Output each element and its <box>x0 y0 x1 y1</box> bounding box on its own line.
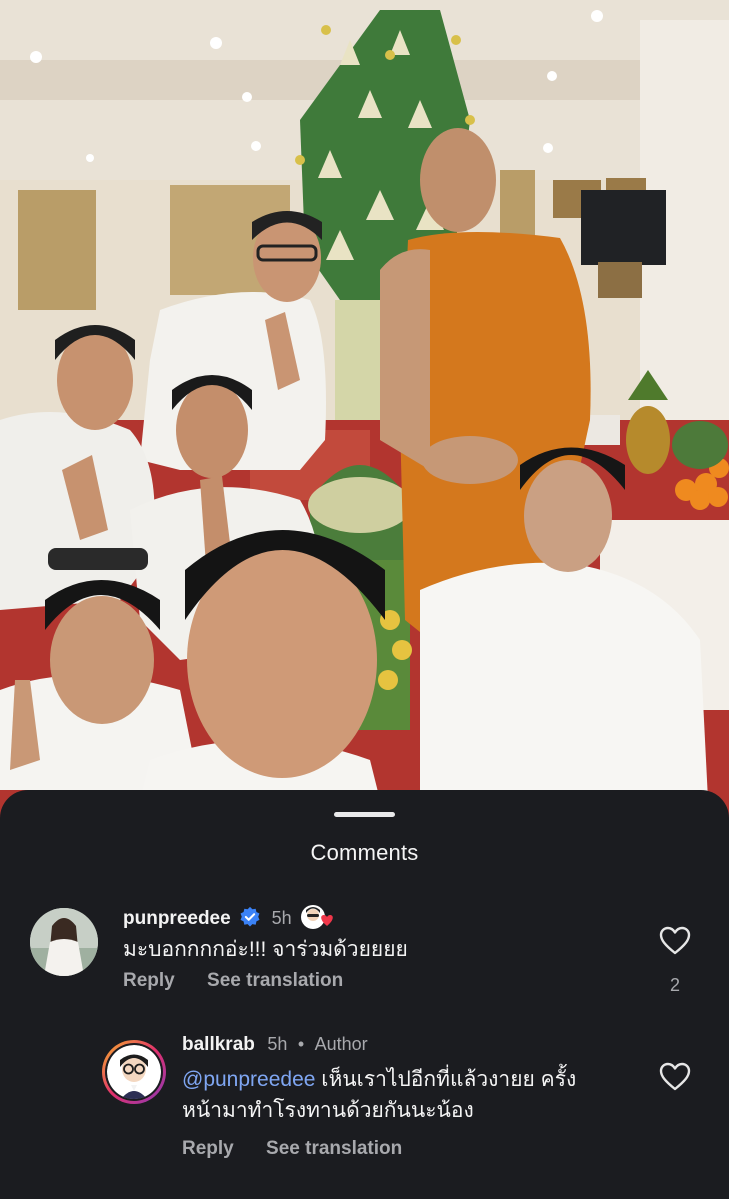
sheet-drag-handle[interactable] <box>334 812 395 817</box>
comment-username[interactable]: ballkrab <box>182 1034 255 1055</box>
comment-text: @punpreedee เห็นเราไปอีกที่แล้วงายย ครั้… <box>182 1064 652 1126</box>
comment-actions: Reply See translation <box>182 1138 402 1160</box>
avatar[interactable] <box>30 908 98 976</box>
verified-badge-icon <box>239 906 261 928</box>
see-translation-button[interactable]: See translation <box>207 970 343 992</box>
comment-header: ballkrab 5h • Author <box>182 1034 368 1056</box>
cartoon-avatar-icon <box>107 1045 161 1099</box>
liked-by-author-icon <box>300 904 336 930</box>
comment-username[interactable]: punpreedee <box>123 908 231 929</box>
separator-dot: • <box>297 1034 305 1054</box>
comment-time: 5h <box>267 1034 288 1054</box>
see-translation-button[interactable]: See translation <box>266 1138 402 1160</box>
comment-actions: Reply See translation <box>123 970 343 992</box>
group-photo-illustration <box>0 0 729 830</box>
like-heart-icon[interactable] <box>659 926 693 958</box>
post-photo <box>0 0 729 830</box>
reply-comment-item: ballkrab 5h • Author @punpreedee เห็นเรา… <box>0 1034 729 1188</box>
comment-time: 5h <box>271 908 292 928</box>
comment-text-line-2: หน้ามาทำโรงทานด้วยกันนะน้อง <box>182 1099 474 1122</box>
comments-sheet: Comments punpreedee 5h มะบอกกกกอ่ะ!!! จา… <box>0 790 729 1199</box>
profile-photo-icon <box>30 908 98 976</box>
mention-link[interactable]: @punpreedee <box>182 1068 315 1091</box>
comment-text: มะบอกกกกอ่ะ!!! จาร่วมด้วยยยย <box>123 938 408 961</box>
like-count: 2 <box>669 975 680 995</box>
avatar[interactable] <box>102 1040 166 1104</box>
reply-button[interactable]: Reply <box>123 970 175 992</box>
sheet-title: Comments <box>310 840 419 865</box>
like-heart-icon[interactable] <box>659 1062 693 1094</box>
comment-item: punpreedee 5h มะบอกกกกอ่ะ!!! จาร่วมด้วยย… <box>0 900 729 1020</box>
author-label: Author <box>314 1034 368 1054</box>
reply-button[interactable]: Reply <box>182 1138 234 1160</box>
comment-text-line-1: เห็นเราไปอีกที่แล้วงายย ครั้ง <box>315 1068 577 1091</box>
screen: Comments punpreedee 5h มะบอกกกกอ่ะ!!! จา… <box>0 0 729 1199</box>
comment-header: punpreedee 5h <box>123 904 336 930</box>
